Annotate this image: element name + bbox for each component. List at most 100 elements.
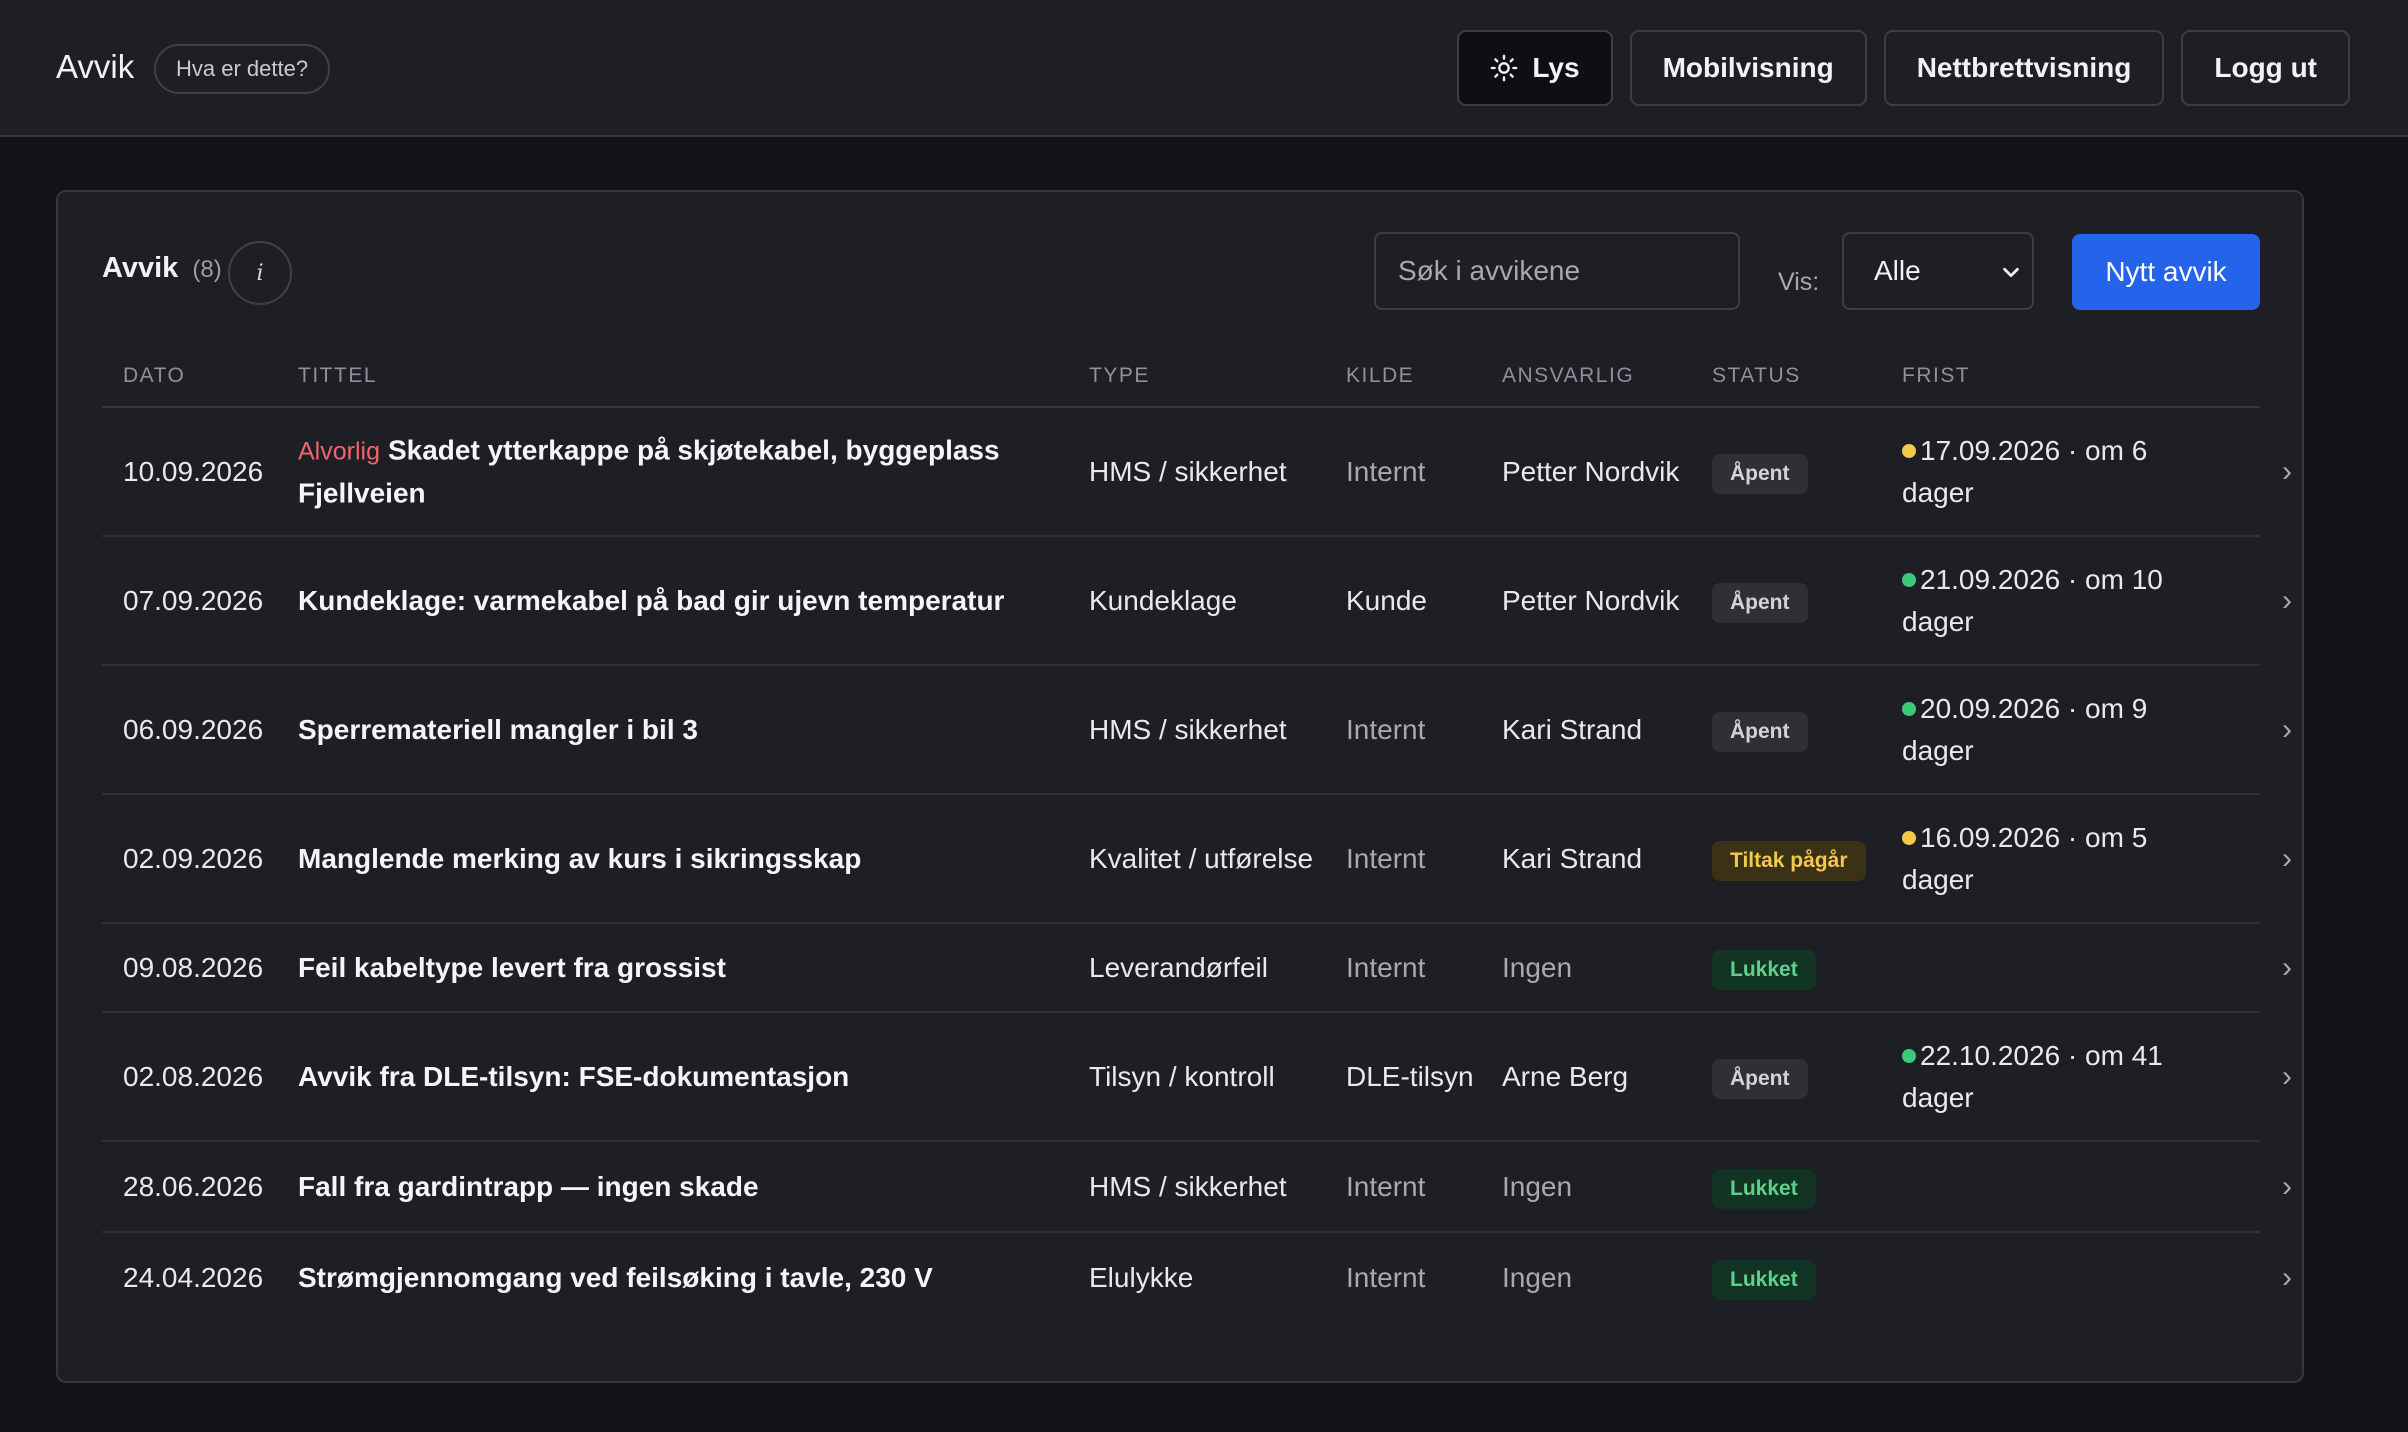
- row-responsible: Arne Berg: [1502, 1060, 1629, 1092]
- row-source: DLE-tilsyn: [1346, 1060, 1474, 1092]
- row-status: Tiltak pågår: [1712, 837, 1866, 881]
- row-title: Sperremateriell mangler i bil 3: [298, 709, 1018, 751]
- chevron-right-icon[interactable]: ›: [2282, 580, 2292, 622]
- table-row[interactable]: 02.09.2026 Manglende merking av kurs i si…: [102, 795, 2292, 924]
- row-title: Manglende merking av kurs i sikringsskap: [298, 838, 1018, 880]
- row-type: Leverandørfeil: [1089, 951, 1268, 983]
- info-button[interactable]: i: [228, 241, 292, 305]
- panel-title-text: Avvik: [102, 252, 179, 284]
- column-header-deadline[interactable]: FRIST: [1902, 364, 1970, 388]
- row-type: Elulykke: [1089, 1261, 1194, 1293]
- search-input[interactable]: [1374, 232, 1740, 310]
- theme-toggle-label: Lys: [1532, 52, 1580, 83]
- row-title: Alvorlig Skadet ytterkappe på skjøtekabel…: [298, 429, 1018, 514]
- mobile-view-button[interactable]: Mobilvisning: [1629, 30, 1867, 106]
- table-header: DATO TITTEL TYPE KILDE ANSVARLIG STATUS …: [102, 342, 2260, 408]
- table-row[interactable]: 06.09.2026 Sperremateriell mangler i bil …: [102, 666, 2292, 795]
- column-header-title[interactable]: TITTEL: [298, 364, 377, 388]
- row-title-text: Avvik fra DLE-tilsyn: FSE-dokumentasjon: [298, 1060, 850, 1092]
- deviations-table: DATO TITTEL TYPE KILDE ANSVARLIG STATUS …: [102, 342, 2292, 1322]
- chevron-right-icon[interactable]: ›: [2282, 1166, 2292, 1208]
- deadline-text: 20.09.2026 · om 9 dager: [1902, 692, 2148, 766]
- row-title-text: Skadet ytterkappe på skjøtekabel, byggep…: [298, 434, 1000, 508]
- row-date: 09.08.2026: [123, 951, 264, 983]
- row-date: 06.09.2026: [123, 713, 264, 745]
- table-row[interactable]: 09.08.2026 Feil kabeltype levert fra gros…: [102, 924, 2292, 1013]
- row-type: Kvalitet / utførelse: [1089, 842, 1314, 874]
- column-header-source[interactable]: KILDE: [1346, 364, 1414, 388]
- status-badge: Åpent: [1712, 1058, 1808, 1099]
- row-source: Internt: [1346, 1261, 1426, 1293]
- status-badge: Åpent: [1712, 582, 1808, 623]
- chevron-right-icon[interactable]: ›: [2282, 709, 2292, 751]
- table-row[interactable]: 24.04.2026 Strømgjennomgang ved feilsøkin…: [102, 1233, 2292, 1322]
- row-responsible: Ingen: [1502, 1170, 1573, 1202]
- deadline-status-dot: [1902, 1048, 1916, 1063]
- row-date: 10.09.2026: [123, 455, 264, 487]
- column-header-responsible[interactable]: ANSVARLIG: [1502, 364, 1634, 388]
- status-badge: Lukket: [1712, 1259, 1816, 1300]
- chevron-right-icon[interactable]: ›: [2282, 1056, 2292, 1098]
- top-actions: Lys Mobilvisning Nettbrettvisning Logg u…: [1457, 30, 2350, 106]
- column-header-date[interactable]: DATO: [123, 364, 185, 388]
- status-badge: Åpent: [1712, 453, 1808, 494]
- new-deviation-button[interactable]: Nytt avvik: [2072, 234, 2260, 310]
- row-date: 07.09.2026: [123, 584, 264, 616]
- row-source: Internt: [1346, 713, 1426, 745]
- row-deadline: 17.09.2026 · om 6 dager: [1902, 430, 2202, 514]
- row-title: Strømgjennomgang ved feilsøking i tavle,…: [298, 1257, 1018, 1299]
- panel-header: Avvik (8) i Vis: Alle Nytt avvik: [58, 192, 2302, 342]
- filter-select-value: Alle: [1874, 255, 1921, 286]
- column-header-status[interactable]: STATUS: [1712, 364, 1801, 388]
- column-header-type[interactable]: TYPE: [1089, 364, 1150, 388]
- row-status: Lukket: [1712, 1256, 1816, 1300]
- filter-label: Vis:: [1778, 268, 1820, 296]
- app-title: Avvik: [56, 48, 135, 85]
- row-type: HMS / sikkerhet: [1089, 455, 1287, 487]
- row-deadline: 21.09.2026 · om 10 dager: [1902, 559, 2202, 643]
- row-responsible: Petter Nordvik: [1502, 455, 1680, 487]
- row-status: Åpent: [1712, 579, 1808, 623]
- chevron-right-icon[interactable]: ›: [2282, 1257, 2292, 1299]
- row-type: Kundeklage: [1089, 584, 1237, 616]
- deadline-status-dot: [1902, 701, 1916, 716]
- row-status: Åpent: [1712, 450, 1808, 494]
- row-deadline: 20.09.2026 · om 9 dager: [1902, 688, 2202, 772]
- deadline-text: 17.09.2026 · om 6 dager: [1902, 434, 2148, 508]
- table-row[interactable]: 10.09.2026 Alvorlig Skadet ytterkappe på s…: [102, 408, 2292, 537]
- status-badge: Lukket: [1712, 949, 1816, 990]
- row-deadline: 16.09.2026 · om 5 dager: [1902, 817, 2202, 901]
- deadline-status-dot: [1902, 572, 1916, 587]
- filter-select[interactable]: Alle: [1842, 232, 2034, 310]
- top-bar: Avvik Hva er dette? Lys Mobilvisning Net…: [0, 0, 2408, 137]
- table-row[interactable]: 02.08.2026 Avvik fra DLE-tilsyn: FSE-doku…: [102, 1013, 2292, 1142]
- row-responsible: Petter Nordvik: [1502, 584, 1680, 616]
- row-date: 02.08.2026: [123, 1060, 264, 1092]
- help-button[interactable]: Hva er dette?: [154, 44, 331, 94]
- table-row[interactable]: 28.06.2026 Fall fra gardintrapp — ingen s…: [102, 1142, 2292, 1233]
- deadline-status-dot: [1902, 830, 1916, 845]
- deadline-status-dot: [1902, 443, 1916, 458]
- row-status: Lukket: [1712, 946, 1816, 990]
- chevron-right-icon[interactable]: ›: [2282, 947, 2292, 989]
- tablet-view-button[interactable]: Nettbrettvisning: [1883, 30, 2165, 106]
- row-title-text: Feil kabeltype levert fra grossist: [298, 951, 726, 983]
- row-source: Internt: [1346, 842, 1426, 874]
- chevron-right-icon[interactable]: ›: [2282, 838, 2292, 880]
- row-title-text: Sperremateriell mangler i bil 3: [298, 713, 698, 745]
- status-badge: Åpent: [1712, 711, 1808, 752]
- row-source: Internt: [1346, 1170, 1426, 1202]
- deadline-text: 22.10.2026 · om 41 dager: [1902, 1039, 2163, 1113]
- row-responsible: Kari Strand: [1502, 842, 1643, 874]
- row-date: 28.06.2026: [123, 1170, 264, 1202]
- chevron-right-icon[interactable]: ›: [2282, 451, 2292, 493]
- row-date: 02.09.2026: [123, 842, 264, 874]
- row-status: Åpent: [1712, 708, 1808, 752]
- logout-button[interactable]: Logg ut: [2181, 30, 2350, 106]
- row-status: Åpent: [1712, 1055, 1808, 1099]
- row-source: Internt: [1346, 951, 1426, 983]
- table-row[interactable]: 07.09.2026 Kundeklage: varmekabel på bad …: [102, 537, 2292, 666]
- theme-toggle-button[interactable]: Lys: [1457, 30, 1613, 106]
- chevron-down-icon: [2003, 267, 2019, 278]
- status-badge: Tiltak pågår: [1712, 840, 1866, 881]
